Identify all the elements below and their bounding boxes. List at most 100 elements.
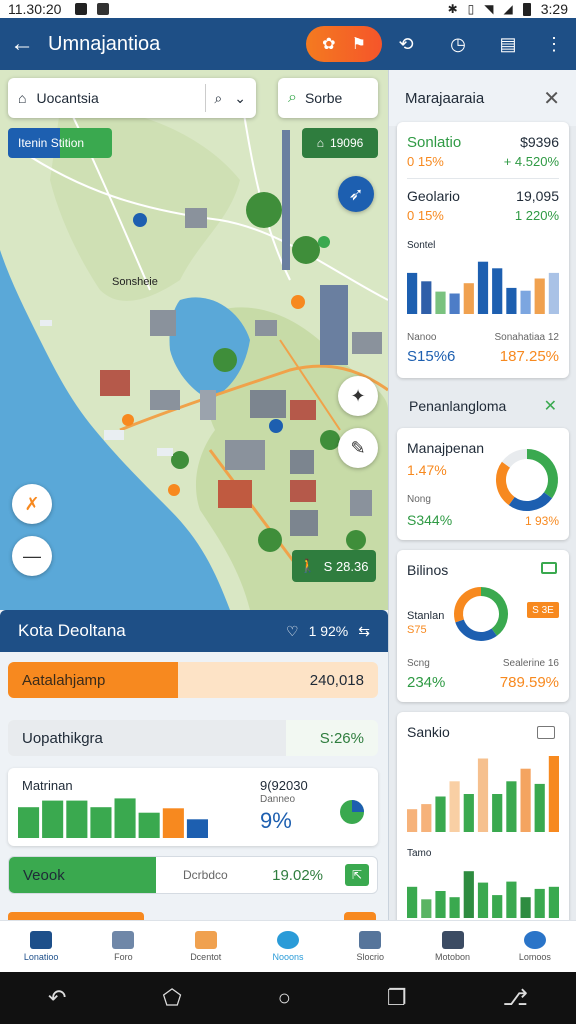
section-header-2: Penanlangloma ✕ — [389, 384, 576, 428]
export-icon[interactable]: ⇱ — [345, 864, 369, 886]
map-value-chip[interactable]: ⌂ 19096 — [302, 128, 378, 158]
calendar-icon[interactable]: ▤ — [496, 32, 520, 56]
chart-bar — [138, 812, 160, 838]
partial-row-bar — [8, 912, 144, 920]
more-vert-icon[interactable]: ⋮ — [542, 32, 566, 56]
ring-card-title: Bilinos — [407, 562, 449, 578]
recents-nav-icon[interactable]: ❐ — [387, 985, 407, 1011]
action-pill[interactable]: ✿ ⚑ — [306, 26, 382, 62]
row-label: Aatalahjamp — [22, 671, 106, 689]
heart-icon[interactable]: ♡ — [286, 623, 299, 640]
row-value: S:26% — [319, 729, 364, 747]
flag-icon[interactable]: ⚑ — [352, 34, 366, 54]
metric-bar-chart — [18, 798, 208, 838]
status-time-right: 3:29 — [540, 1, 568, 17]
bottom-nav-item[interactable]: Lonatioo — [0, 921, 82, 972]
summary-foot-left-label: Nanoo — [407, 332, 437, 343]
chart-bar — [435, 291, 446, 314]
bottom-nav-item[interactable]: Slocrio — [329, 921, 411, 972]
navigate-button[interactable]: ➶ — [338, 176, 374, 212]
list-header-value: 1 92% — [308, 623, 349, 639]
bars-card-title: Sankio — [407, 724, 450, 740]
chart-bar — [548, 886, 559, 918]
chart-bar — [534, 783, 545, 832]
chart-bar — [477, 261, 489, 314]
list-row-1[interactable]: Uopathikgra S:26% — [8, 720, 378, 756]
search-icon[interactable]: ⌕ — [214, 90, 222, 107]
chart-bar — [407, 886, 418, 918]
chart-bar — [421, 804, 432, 832]
sync-icon[interactable]: ⟲ — [394, 32, 418, 56]
chart-bar — [477, 882, 489, 918]
back-nav-icon[interactable]: ↶ — [48, 985, 66, 1011]
home-nav-icon[interactable]: ⬠ — [162, 985, 181, 1011]
compass-button[interactable]: ✗ — [12, 484, 52, 524]
list-row-2[interactable]: Veook Dcrbdco 19.02% ⇱ — [8, 856, 378, 894]
circle-nav-icon[interactable]: ○ — [278, 985, 291, 1011]
chart-bar — [506, 781, 517, 832]
bottom-nav-label: Slocrio — [356, 952, 385, 962]
chart-bar — [162, 808, 184, 838]
list-row-0[interactable]: Aatalahjamp 240,018 — [8, 662, 378, 698]
bottom-nav-label: Dcentot — [190, 952, 222, 962]
home-outline-icon[interactable]: ⌂ — [18, 90, 26, 106]
bottom-nav-item[interactable]: Motobon — [411, 921, 493, 972]
bars-chart-top — [407, 756, 559, 832]
locate-button[interactable]: ✦ — [338, 376, 378, 416]
share-icon[interactable]: ⇆ — [358, 623, 370, 640]
row-value: 240,018 — [309, 671, 364, 689]
map-search-input[interactable]: Uocantsia — [36, 90, 197, 106]
chart-bar — [506, 881, 517, 918]
status-bar: 11.30:20 ✱ ▯ ◥ ◢ 3:29 — [0, 0, 576, 18]
zoom-out-button[interactable]: — — [12, 536, 52, 576]
notification-icon-2 — [97, 3, 110, 15]
bottom-nav-item[interactable]: Lomoos — [494, 921, 576, 972]
clock-icon[interactable]: ◷ — [446, 32, 470, 56]
summary-card[interactable]: Sonlatio $9396 0 15% + 4.520% Geolario 1… — [397, 122, 569, 378]
map-distance-badge[interactable]: 🚶 S 28.36 — [292, 550, 376, 582]
ring-card-left-label: Scng — [407, 658, 430, 669]
summary-pct-2: 0 15% — [407, 208, 444, 223]
list-header: Kota Deoltana ♡ 1 92% ⇆ — [0, 610, 388, 652]
bottom-nav-item[interactable]: Nooons — [247, 921, 329, 972]
map-icon — [112, 931, 135, 949]
divider — [205, 84, 207, 112]
chart-bar — [449, 897, 460, 918]
chart-bar — [435, 891, 446, 918]
donut-card[interactable]: Manajpenan 1.47% Nong S344% 1 93% — [397, 428, 569, 540]
chart-bar — [492, 794, 503, 832]
row-label: Veook — [23, 866, 65, 884]
chart-bar — [520, 290, 531, 314]
close-icon-green[interactable]: ✕ — [544, 396, 557, 416]
ring-card-right-value: 789.59% — [499, 674, 559, 691]
secondary-search-text[interactable]: Sorbe — [305, 90, 342, 106]
chart-bar — [421, 899, 432, 918]
navigate-icon: ➶ — [348, 183, 364, 204]
back-arrow-icon[interactable]: ← — [10, 30, 40, 58]
expand-icon[interactable] — [541, 562, 557, 574]
map-distance-text: S 28.36 — [323, 558, 369, 574]
search-icon-green[interactable]: ⌕ — [288, 89, 297, 107]
card-menu-icon[interactable] — [537, 726, 555, 739]
donut-card-value: S344% — [407, 512, 453, 528]
route-icon[interactable]: ✿ — [322, 34, 335, 54]
metric-value-top: 9(92030 — [260, 778, 308, 793]
close-icon[interactable]: ✕ — [543, 86, 560, 111]
secondary-search[interactable]: ⌕ Sorbe — [278, 78, 378, 118]
map-layer-chip[interactable]: Itenin Stition — [8, 128, 112, 158]
rotate-nav-icon[interactable]: ⎇ — [503, 985, 528, 1011]
bottom-nav-label: Nooons — [272, 952, 304, 962]
map-view[interactable]: ⌂ Uocantsia ⌕ ⌄ ⌕ Sorbe Itenin Stition ⌂… — [0, 70, 388, 610]
bottom-nav-item[interactable]: Foro — [82, 921, 164, 972]
map-value-chip-text: 19096 — [329, 136, 364, 150]
metric-card[interactable]: Matrinan 9(92030 Danneo 9% — [8, 768, 378, 846]
map-search-card[interactable]: ⌂ Uocantsia ⌕ ⌄ — [8, 78, 256, 118]
ring-card[interactable]: Bilinos Stanlan S75 S 3E Scng Sealerine … — [397, 550, 569, 702]
chevron-down-icon[interactable]: ⌄ — [234, 90, 246, 107]
home-icon — [30, 931, 53, 949]
chart-bar — [407, 272, 418, 314]
bars-card[interactable]: Sankio Tamo — [397, 712, 569, 920]
bottom-nav-item[interactable]: Dcentot — [165, 921, 247, 972]
layers-button[interactable]: ✎ — [338, 428, 378, 468]
map-place-label: Sonsheie — [112, 276, 158, 288]
